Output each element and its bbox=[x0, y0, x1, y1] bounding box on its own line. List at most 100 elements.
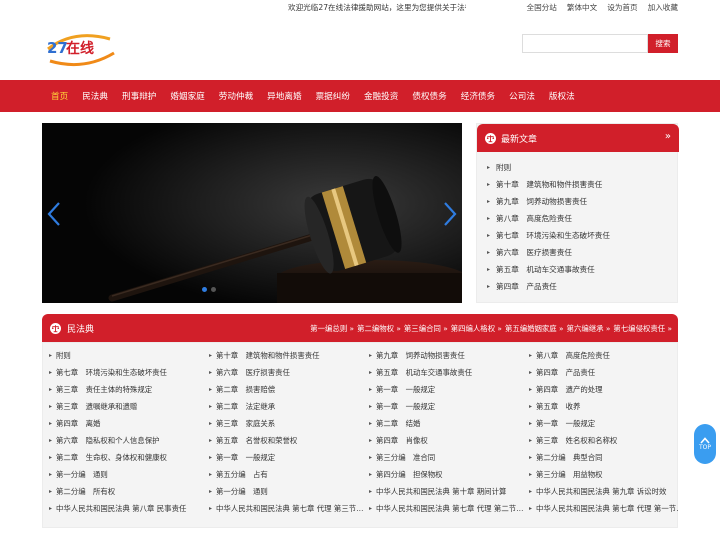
list-item[interactable]: ▸ 第八章 高度危险责任 bbox=[529, 347, 679, 364]
list-item[interactable]: ▸ 第三章 姓名权和名称权 bbox=[529, 432, 679, 449]
list-item[interactable]: ▸ 第五分编 占有 bbox=[209, 466, 369, 483]
tab-marriage-family[interactable]: 第五编婚姻家庭 » bbox=[505, 323, 564, 334]
bullet-icon: ▸ bbox=[369, 471, 373, 478]
slider-prev-arrow-icon[interactable] bbox=[46, 201, 62, 227]
list-item[interactable]: ▸ 中华人民共和国民法典 第七章 代理 第二节… bbox=[369, 500, 529, 517]
list-item[interactable]: ▸ 第五章 收养 bbox=[529, 398, 679, 415]
list-item[interactable]: ▸ 第一章 一般规定 bbox=[529, 415, 679, 432]
bullet-icon: ▸ bbox=[529, 352, 533, 359]
slider-dot-active[interactable] bbox=[202, 287, 207, 292]
bullet-icon: ▸ bbox=[209, 403, 213, 410]
list-item[interactable]: ▸ 第七章 环境污染和生态破坏责任 bbox=[487, 227, 675, 244]
bullet-icon: ▸ bbox=[487, 181, 491, 188]
bullet-icon: ▸ bbox=[487, 198, 491, 205]
list-item[interactable]: ▸ 中华人民共和国民法典 第九章 诉讼时效 bbox=[529, 483, 679, 500]
nav-item-labor-arbitration[interactable]: 劳动仲裁 bbox=[219, 90, 253, 102]
list-item[interactable]: ▸ 第四章 产品责任 bbox=[487, 278, 675, 295]
top-link-traditional[interactable]: 繁体中文 bbox=[567, 2, 597, 13]
list-item[interactable]: ▸ 第二章 生命权、身体权和健康权 bbox=[49, 449, 209, 466]
list-item[interactable]: ▸ 中华人民共和国民法典 第七章 代理 第一节… bbox=[529, 500, 679, 517]
bullet-icon: ▸ bbox=[209, 437, 213, 444]
bullet-icon: ▸ bbox=[209, 420, 213, 427]
list-item[interactable]: ▸ 第八章 高度危险责任 bbox=[487, 210, 675, 227]
tab-tort-liability[interactable]: 第七编侵权责任 » bbox=[613, 323, 672, 334]
list-item[interactable]: ▸ 第四分编 担保物权 bbox=[369, 466, 529, 483]
bullet-icon: ▸ bbox=[369, 437, 373, 444]
tab-property-rights[interactable]: 第二编物权 » bbox=[357, 323, 401, 334]
tab-general-provisions[interactable]: 第一编总则 » bbox=[310, 323, 354, 334]
nav-item-home[interactable]: 首页 bbox=[51, 90, 68, 102]
bullet-icon: ▸ bbox=[209, 352, 213, 359]
list-item[interactable]: ▸ 附则 bbox=[487, 159, 675, 176]
list-item[interactable]: ▸ 第三分编 准合同 bbox=[369, 449, 529, 466]
list-item[interactable]: ▸ 附则 bbox=[49, 347, 209, 364]
list-item[interactable]: ▸ 第十章 建筑物和物件损害责任 bbox=[209, 347, 369, 364]
top-links: 全国分站 繁体中文 设为首页 加入收藏 bbox=[527, 2, 679, 13]
list-item[interactable]: ▸ 第四章 肖像权 bbox=[369, 432, 529, 449]
list-item[interactable]: ▸ 第六章 医疗损害责任 bbox=[209, 364, 369, 381]
list-item[interactable]: ▸ 中华人民共和国民法典 第七章 代理 第三节… bbox=[209, 500, 369, 517]
list-item[interactable]: ▸ 第四章 产品责任 bbox=[529, 364, 679, 381]
bullet-icon: ▸ bbox=[49, 420, 53, 427]
nav-item-marriage-family[interactable]: 婚姻家庭 bbox=[170, 90, 204, 102]
nav-item-claims-debts[interactable]: 债权债务 bbox=[412, 90, 446, 102]
latest-more-link[interactable]: » bbox=[665, 131, 671, 142]
list-item[interactable]: ▸ 第三分编 用益物权 bbox=[529, 466, 679, 483]
list-item[interactable]: ▸ 第六章 医疗损害责任 bbox=[487, 244, 675, 261]
list-item[interactable]: ▸ 第二章 法定继承 bbox=[209, 398, 369, 415]
list-item[interactable]: ▸ 第一分编 通则 bbox=[209, 483, 369, 500]
list-item[interactable]: ▸ 第一章 一般规定 bbox=[209, 449, 369, 466]
nav-item-economic-debts[interactable]: 经济债务 bbox=[461, 90, 495, 102]
list-item[interactable]: ▸ 中华人民共和国民法典 第八章 民事责任 bbox=[49, 500, 209, 517]
list-item[interactable]: ▸ 第一分编 通则 bbox=[49, 466, 209, 483]
slider-dot[interactable] bbox=[211, 287, 216, 292]
list-item[interactable]: ▸ 第五章 名誉权和荣誉权 bbox=[209, 432, 369, 449]
bullet-icon: ▸ bbox=[529, 437, 533, 444]
list-item[interactable]: ▸ 第三章 责任主体的特殊规定 bbox=[49, 381, 209, 398]
list-item[interactable]: ▸ 第三章 遗嘱继承和遗赠 bbox=[49, 398, 209, 415]
nav-item-bill-disputes[interactable]: 票据纠纷 bbox=[316, 90, 350, 102]
nav-item-civil-code[interactable]: 民法典 bbox=[82, 90, 108, 102]
search-input[interactable] bbox=[522, 34, 648, 53]
list-item[interactable]: ▸ 第七章 环境污染和生态破坏责任 bbox=[49, 364, 209, 381]
banner-slider[interactable] bbox=[42, 123, 462, 303]
list-item[interactable]: ▸ 第二章 损害赔偿 bbox=[209, 381, 369, 398]
search-button[interactable]: 搜索 bbox=[648, 34, 678, 53]
bullet-icon: ▸ bbox=[529, 488, 533, 495]
list-item[interactable]: ▸ 第六章 隐私权和个人信息保护 bbox=[49, 432, 209, 449]
list-item[interactable]: ▸ 第二分编 典型合同 bbox=[529, 449, 679, 466]
list-item[interactable]: ▸ 第二分编 所有权 bbox=[49, 483, 209, 500]
nav-item-copyright-law[interactable]: 版权法 bbox=[549, 90, 575, 102]
tab-personality-rights[interactable]: 第四编人格权 » bbox=[451, 323, 502, 334]
civil-code-tabs: 第一编总则 » 第二编物权 » 第三编合同 » 第四编人格权 » 第五编婚姻家庭… bbox=[310, 323, 672, 334]
list-item[interactable]: ▸ 中华人民共和国民法典 第十章 期间计算 bbox=[369, 483, 529, 500]
list-item[interactable]: ▸ 第五章 机动车交通事故责任 bbox=[487, 261, 675, 278]
list-item[interactable]: ▸ 第十章 建筑物和物件损害责任 bbox=[487, 176, 675, 193]
back-to-top-button[interactable]: TOP bbox=[694, 424, 716, 464]
list-item[interactable]: ▸ 第五章 机动车交通事故责任 bbox=[369, 364, 529, 381]
top-link-favorite[interactable]: 加入收藏 bbox=[648, 2, 678, 13]
list-item[interactable]: ▸ 第九章 饲养动物损害责任 bbox=[487, 193, 675, 210]
site-logo[interactable]: 27 在线 bbox=[44, 31, 120, 67]
nav-item-company-law[interactable]: 公司法 bbox=[509, 90, 535, 102]
list-item[interactable]: ▸ 第三章 家庭关系 bbox=[209, 415, 369, 432]
list-item[interactable]: ▸ 第一章 一般规定 bbox=[369, 381, 529, 398]
nav-item-remote-divorce[interactable]: 异地离婚 bbox=[267, 90, 301, 102]
nav-item-financial-investment[interactable]: 金融投资 bbox=[364, 90, 398, 102]
tab-contracts[interactable]: 第三编合同 » bbox=[404, 323, 448, 334]
list-item[interactable]: ▸ 第四章 遗产的处理 bbox=[529, 381, 679, 398]
list-item[interactable]: ▸ 第九章 饲养动物损害责任 bbox=[369, 347, 529, 364]
svg-text:在线: 在线 bbox=[66, 40, 94, 57]
main-nav: 首页 民法典 刑事辩护 婚姻家庭 劳动仲裁 异地离婚 票据纠纷 金融投资 债权债… bbox=[0, 80, 720, 112]
bullet-icon: ▸ bbox=[529, 505, 533, 512]
list-item[interactable]: ▸ 第四章 离婚 bbox=[49, 415, 209, 432]
nav-item-criminal-defense[interactable]: 刑事辩护 bbox=[122, 90, 156, 102]
top-link-branches[interactable]: 全国分站 bbox=[527, 2, 557, 13]
list-item[interactable]: ▸ 第一章 一般规定 bbox=[369, 398, 529, 415]
svg-text:27: 27 bbox=[47, 39, 68, 57]
list-item[interactable]: ▸ 第二章 结婚 bbox=[369, 415, 529, 432]
scale-of-justice-icon bbox=[50, 323, 61, 334]
top-link-set-home[interactable]: 设为首页 bbox=[607, 2, 637, 13]
tab-succession[interactable]: 第六编继承 » bbox=[567, 323, 611, 334]
slider-next-arrow-icon[interactable] bbox=[442, 201, 458, 227]
